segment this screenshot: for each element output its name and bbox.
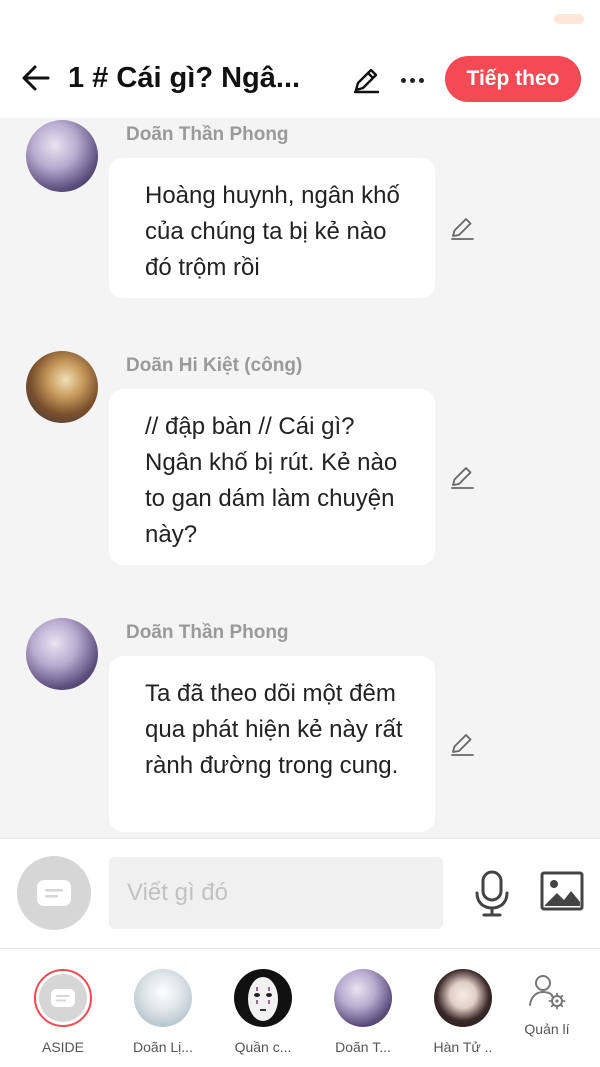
edit-title-button[interactable] — [350, 64, 382, 96]
character-aside[interactable]: ASIDE — [13, 969, 113, 1055]
back-button[interactable] — [18, 60, 54, 96]
status-indicator — [554, 14, 584, 24]
message-bubble[interactable]: Ta đã theo dõi một đêm qua phát hiện kẻ … — [109, 656, 435, 832]
mask-face-icon — [248, 977, 278, 1021]
chat-area[interactable]: Doãn Thần Phong Hoàng huynh, ngân khố củ… — [0, 118, 600, 838]
character-label: Doãn T... — [335, 1039, 391, 1055]
avatar[interactable] — [26, 120, 98, 192]
character-item[interactable]: Quần c... — [213, 969, 313, 1055]
character-item[interactable]: Doãn T... — [313, 969, 413, 1055]
composer — [0, 838, 600, 949]
pencil-icon — [353, 68, 380, 94]
dot-icon — [409, 77, 415, 83]
edit-message-button[interactable] — [448, 730, 476, 758]
avatar[interactable] — [26, 351, 98, 423]
arrow-left-icon — [22, 65, 50, 91]
message-bubble-icon — [37, 880, 71, 906]
aside-toggle-button[interactable] — [17, 856, 91, 930]
sender-name: Doãn Thần Phong — [126, 124, 289, 145]
message-input[interactable] — [109, 857, 443, 929]
character-label: Doãn Lị... — [133, 1039, 193, 1055]
pencil-icon — [451, 467, 474, 489]
sender-name: Doãn Thần Phong — [126, 622, 289, 643]
avatar — [334, 969, 392, 1027]
aside-avatar — [34, 969, 92, 1027]
manage-label: Quản lí — [524, 1021, 570, 1037]
pencil-icon — [451, 218, 474, 240]
more-options-button[interactable] — [396, 64, 428, 96]
character-label: Hàn Tử .. — [433, 1039, 493, 1055]
edit-message-button[interactable] — [448, 463, 476, 491]
next-button[interactable]: Tiếp theo — [445, 56, 581, 102]
message-text: Ta đã theo dõi một đêm qua phát hiện kẻ … — [145, 680, 403, 779]
microphone-icon — [475, 870, 509, 917]
user-settings-icon — [529, 975, 566, 1010]
character-label: ASIDE — [41, 1039, 84, 1055]
header: 1 # Cái gì? Ngâ... Tiếp theo — [0, 38, 600, 118]
character-label: Quần c... — [234, 1039, 292, 1055]
dot-icon — [418, 77, 424, 83]
message-bubble[interactable]: // đập bàn // Cái gì? Ngân khố bị rút. K… — [109, 389, 435, 565]
edit-message-button[interactable] — [448, 214, 476, 242]
message-bubble-icon — [51, 989, 75, 1007]
sender-name: Doãn Hi Kiệt (công) — [126, 355, 303, 376]
status-bar — [0, 0, 600, 38]
character-bar: ASIDE Doãn Lị... Quần c... Doãn T... Hàn… — [0, 949, 600, 1067]
dot-icon — [400, 77, 406, 83]
avatar — [234, 969, 292, 1027]
image-icon — [540, 871, 584, 911]
message-text: // đập bàn // Cái gì? Ngân khố bị rút. K… — [145, 413, 398, 548]
microphone-button[interactable] — [472, 869, 512, 917]
avatar — [434, 969, 492, 1027]
avatar — [134, 969, 192, 1027]
message-text: Hoàng huynh, ngân khố của chúng ta bị kẻ… — [145, 182, 400, 281]
message-bubble[interactable]: Hoàng huynh, ngân khố của chúng ta bị kẻ… — [109, 158, 435, 298]
manage-characters-button[interactable]: Quản lí — [497, 971, 597, 1037]
image-button[interactable] — [540, 871, 584, 911]
pencil-icon — [451, 734, 474, 756]
avatar[interactable] — [26, 618, 98, 690]
character-item[interactable]: Doãn Lị... — [113, 969, 213, 1055]
page-title: 1 # Cái gì? Ngâ... — [68, 62, 301, 94]
